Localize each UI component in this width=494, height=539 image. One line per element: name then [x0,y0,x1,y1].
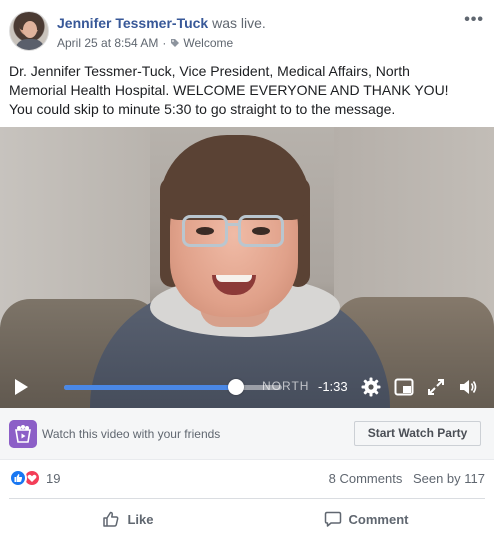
start-watch-party-button[interactable]: Start Watch Party [354,421,481,446]
picture-in-picture-icon[interactable] [394,377,414,397]
video-progress-handle[interactable] [228,379,245,395]
author-name-link[interactable]: Jennifer Tessmer-Tuck [57,15,208,31]
post-text-line: You could skip to minute 5:30 to go stra… [9,101,396,117]
like-button[interactable]: Like [9,502,247,536]
post-body-text: Dr. Jennifer Tessmer-Tuck, Vice Presiden… [9,62,487,119]
like-label: Like [127,511,154,527]
video-frame-teeth [216,275,252,282]
video-frame-glasses [227,223,239,226]
video-controls: -1:33 [0,366,494,408]
author-line: Jennifer Tessmer-Tuck was live. [57,15,266,31]
video-frame-background [0,127,150,327]
watch-party-icon [9,420,37,448]
watch-party-bar: Watch this video with your friends Start… [0,408,494,460]
fullscreen-icon[interactable] [426,377,446,397]
post-timestamp[interactable]: April 25 at 8:54 AM [57,36,158,50]
comment-bubble-icon [324,511,341,527]
post-meta: April 25 at 8:54 AM · Welcome [57,36,233,50]
engagement-stats: 8 Comments Seen by 117 [329,471,485,486]
comments-count-link[interactable]: 8 Comments [329,471,403,486]
watch-party-prompt: Watch this video with your friends [42,427,221,441]
reaction-count: 19 [46,470,61,486]
video-post: Jennifer Tessmer-Tuck was live. April 25… [0,0,494,539]
volume-icon[interactable] [458,377,478,397]
video-frame-hair [160,135,310,220]
ellipsis-icon[interactable]: ••• [464,11,484,29]
reaction-summary[interactable]: 19 [9,469,60,487]
live-status-text: was live. [212,15,266,31]
video-progress-fill [64,385,237,390]
post-text-line: Dr. Jennifer Tessmer-Tuck, Vice Presiden… [9,63,410,79]
audience-tag[interactable]: Welcome [183,36,233,50]
time-remaining: -1:33 [318,379,348,394]
comment-button[interactable]: Comment [247,502,485,536]
action-divider [9,498,485,499]
gear-icon[interactable] [361,377,381,397]
post-actions: Like Comment [9,502,485,536]
like-reaction-icon [9,469,27,487]
seen-by-count[interactable]: Seen by 117 [413,471,485,486]
thumbs-up-icon [103,511,119,527]
tag-icon [171,39,180,47]
post-text-line: Memorial Health Hospital. WELCOME EVERYO… [9,82,449,98]
meta-separator: · [162,36,167,50]
play-icon[interactable] [12,378,30,396]
video-frame-eye [252,227,270,235]
video-frame-eye [196,227,214,235]
video-player[interactable]: NORTH -1:33 [0,127,494,408]
author-avatar[interactable] [9,11,49,51]
video-progress-bar[interactable] [64,379,282,395]
comment-label: Comment [348,511,409,527]
